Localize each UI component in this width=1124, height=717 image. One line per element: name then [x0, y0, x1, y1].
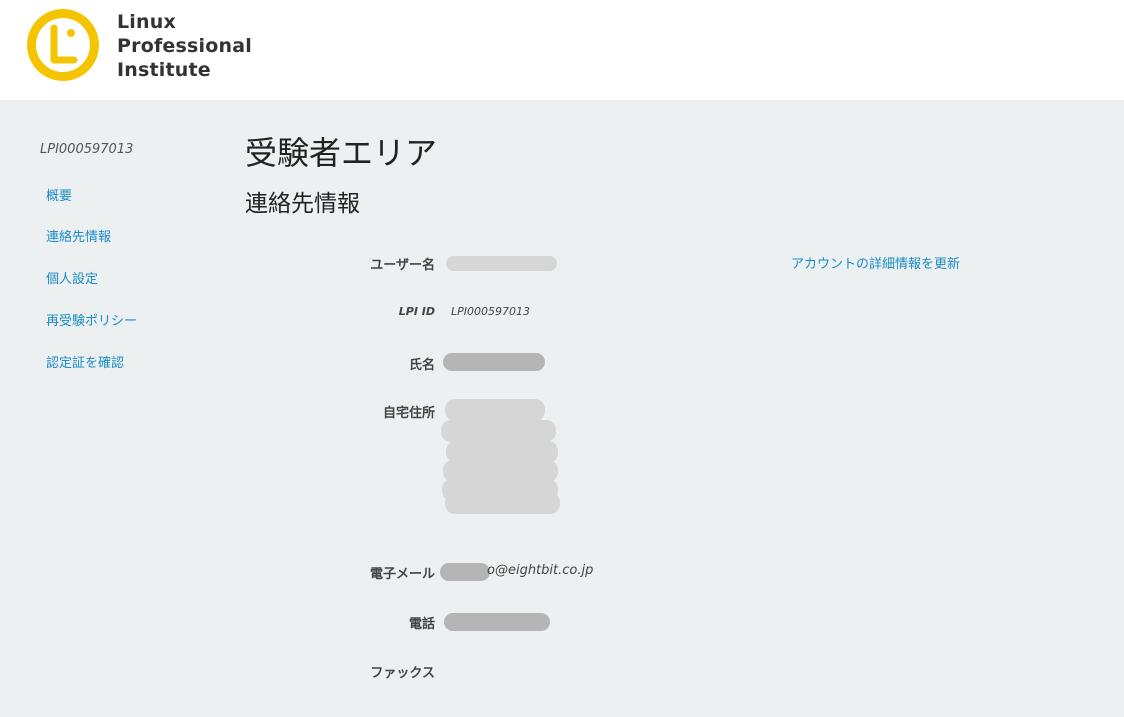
sidebar-item-personal-settings[interactable]: 個人設定 — [46, 268, 98, 287]
fax-label: ファックス — [370, 666, 435, 681]
logo-line-1: Linux — [117, 11, 176, 33]
phone-label: 電話 — [408, 617, 435, 632]
sidebar-user-id: LPI000597013 — [40, 142, 134, 157]
name-redacted — [443, 353, 545, 371]
lpi-logo-icon — [27, 9, 99, 81]
email-label: 電子メール — [369, 567, 435, 582]
lpi-logo[interactable]: Linux Professional Institute — [24, 6, 254, 86]
lpiid-label: LPI ID — [398, 305, 435, 318]
sidebar-item-view-certificates[interactable]: 認定証を確認 — [46, 352, 124, 371]
username-redacted — [446, 256, 557, 271]
sidebar-item-contact-info[interactable]: 連絡先情報 — [46, 226, 111, 245]
email-visible-part: o@eightbit.co.jp — [487, 563, 594, 578]
section-title: 連絡先情報 — [245, 191, 360, 217]
name-label: 氏名 — [408, 358, 435, 373]
address-label: 自宅住所 — [382, 406, 435, 421]
lpiid-value: LPI000597013 — [451, 305, 530, 318]
sidebar-item-retake-policy[interactable]: 再受験ポリシー — [46, 310, 137, 329]
logo-line-3: Institute — [117, 59, 211, 81]
email-redacted — [440, 563, 490, 581]
site-header: Linux Professional Institute — [0, 0, 1124, 100]
phone-redacted — [444, 613, 550, 631]
update-account-details-link[interactable]: アカウントの詳細情報を更新 — [791, 253, 960, 272]
page-title: 受験者エリア — [245, 134, 438, 172]
username-label: ユーザー名 — [370, 258, 435, 273]
logo-line-2: Professional — [117, 35, 252, 57]
lpi-logo-text: Linux Professional Institute — [117, 10, 252, 82]
sidebar-item-overview[interactable]: 概要 — [46, 185, 72, 204]
